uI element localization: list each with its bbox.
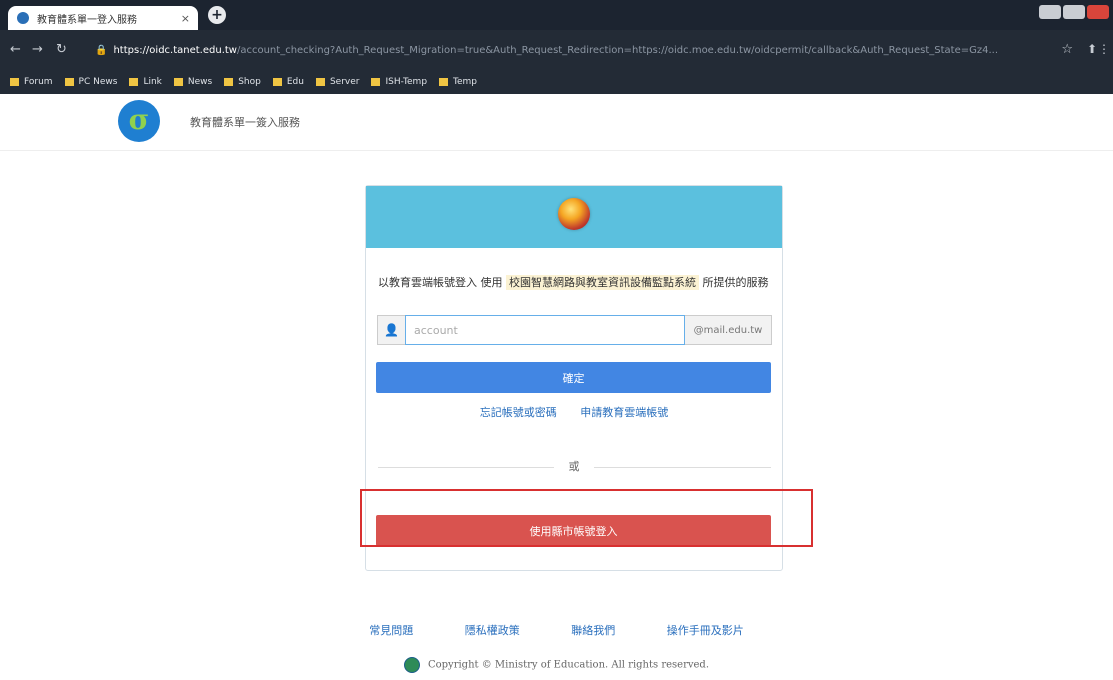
site-favicon-icon [17,12,29,24]
apply-account-link[interactable]: 申請教育雲端帳號 [580,406,668,419]
bookmark-item[interactable]: News [173,77,212,87]
copyright: Copyright © Ministry of Education. All r… [0,657,1113,673]
globe-icon [558,198,590,230]
service-name: 校園智慧網路與教室資訊設備監點系統 [506,275,699,290]
tab-title: 教育體系單一登入服務 [37,14,137,26]
manual-video-link[interactable]: 操作手冊及影片 [667,624,744,637]
address-toolbar: ← → ↻ 🔒 https://oidc.tanet.edu.tw /accou… [0,30,1113,70]
bookmark-item[interactable]: Edu [272,77,304,87]
login-description: 以教育雲端帳號登入 使用 校園智慧網路與教室資訊設備監點系統 所提供的服務 [378,275,773,290]
desc-prefix: 以教育雲端帳號登入 使用 [378,276,503,289]
bookmark-item[interactable]: Server [315,77,359,87]
email-domain-suffix: @mail.edu.tw [685,315,772,345]
faq-link[interactable]: 常見問題 [369,624,413,637]
confirm-button[interactable]: 確定 [376,362,771,393]
new-tab-button[interactable]: + [208,6,226,24]
forgot-password-link[interactable]: 忘記帳號或密碼 [480,406,557,419]
url-bar[interactable]: 🔒 https://oidc.tanet.edu.tw /account_che… [95,37,1045,63]
annotation-highlight-box [360,489,813,547]
site-title: 教育體系單一簽入服務 [190,116,300,129]
bookmark-star-icon[interactable]: ☆ [1061,42,1073,57]
card-header [366,186,782,248]
desc-suffix: 所提供的服務 [702,276,769,289]
forward-arrow-icon[interactable]: → [32,42,43,57]
extension-icon[interactable]: ⬆ [1087,42,1097,56]
folder-icon [315,78,325,86]
folder-icon [129,78,139,86]
back-arrow-icon[interactable]: ← [10,42,21,57]
or-label: 或 [554,458,594,474]
bookmarks-bar: Forum PC News Link News Shop Edu Server … [0,70,1113,94]
footer-links: 常見問題 隱私權政策 聯絡我們 操作手冊及影片 [0,622,1113,638]
maximize-button[interactable] [1063,5,1085,19]
folder-icon [439,78,449,86]
user-icon: 👤 [377,315,405,345]
bookmark-item[interactable]: Link [129,77,162,87]
folder-icon [64,78,74,86]
account-links: 忘記帳號或密碼 申請教育雲端帳號 [366,404,782,420]
bookmark-item[interactable]: Shop [224,77,261,87]
folder-icon [173,78,183,86]
site-logo-icon[interactable]: σ [118,100,160,142]
privacy-policy-link[interactable]: 隱私權政策 [465,624,520,637]
bookmark-item[interactable]: Temp [439,77,477,87]
reload-icon[interactable]: ↻ [56,42,67,57]
tab-close-icon[interactable]: × [181,12,190,25]
browser-menu-icon[interactable]: ⋮ [1098,42,1110,56]
folder-icon [224,78,234,86]
folder-icon [272,78,282,86]
bookmark-item[interactable]: ISH-Temp [371,77,427,87]
browser-tabstrip: 教育體系單一登入服務 × + [0,0,1113,30]
minimize-button[interactable] [1039,5,1061,19]
copyright-text: Copyright © Ministry of Education. All r… [427,659,709,671]
url-host: https://oidc.tanet.edu.tw [113,44,237,56]
bookmark-item[interactable]: Forum [10,77,53,87]
window-controls [1037,5,1109,19]
folder-icon [10,78,19,86]
site-header: σ 教育體系單一簽入服務 [0,94,1113,151]
bookmark-item[interactable]: PC News [64,77,117,87]
folder-icon [371,78,381,86]
window-close-button[interactable] [1087,5,1109,19]
ministry-logo-icon [403,657,420,673]
browser-tab[interactable]: 教育體系單一登入服務 × [8,6,198,30]
contact-us-link[interactable]: 聯絡我們 [571,624,615,637]
url-path: /account_checking?Auth_Request_Migration… [236,44,999,56]
account-input[interactable] [405,315,685,345]
lock-icon: 🔒 [95,44,108,56]
account-input-group: 👤 @mail.edu.tw [377,315,772,345]
